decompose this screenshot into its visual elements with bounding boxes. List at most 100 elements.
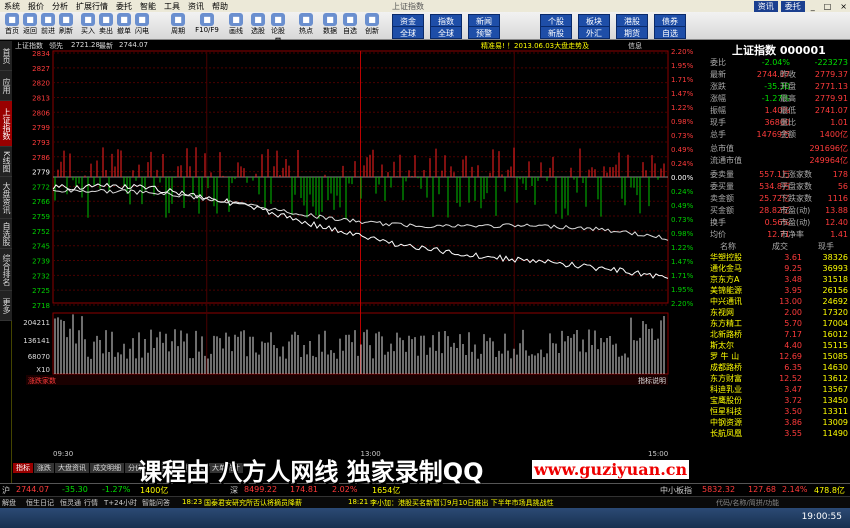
toolbar-button-8[interactable]: ■ 周期 [168, 13, 188, 39]
y-tick-right: 0.24% [671, 188, 694, 196]
close-icon[interactable]: × [837, 2, 850, 11]
menu-system[interactable]: 系统 [0, 1, 24, 12]
stock-name: 成都路桥 [710, 363, 742, 372]
stock-list-item[interactable]: 长航凤凰 3.55 11490 [710, 428, 848, 439]
toolbar-button-4[interactable]: ■ 买入 [78, 13, 98, 39]
news-headline-2[interactable]: 李小加：港股买名新暂订9月10日推出 下半年市场具挑战性 [370, 498, 554, 508]
stock-price: 5.70 [784, 319, 802, 328]
menu-quote[interactable]: 报价 [24, 1, 48, 12]
news-headline-1[interactable]: 国泰君安研究所否认将摘员降薪 [204, 498, 302, 508]
toolbar-button-14[interactable]: ■ 数据 [320, 13, 340, 39]
sme-amount: 478.8亿 [814, 486, 845, 495]
stock-list-item[interactable]: 东方精工 5.70 17004 [710, 318, 848, 329]
stock-list-item[interactable]: 美锦能源 3.95 26156 [710, 285, 848, 296]
stock-list-item[interactable]: 成都路桥 6.35 14630 [710, 362, 848, 373]
toolbar-button-16[interactable]: ■ 创新 [362, 13, 382, 39]
news-button[interactable]: 资讯 [753, 0, 778, 12]
list-header-c3[interactable]: 现手 [818, 241, 834, 252]
menu-tools[interactable]: 工具 [160, 1, 184, 12]
news-ticker[interactable]: 精准易! ！2013.06.03大盘走势及 [481, 41, 589, 51]
menu-analysis[interactable]: 分析 [48, 1, 72, 12]
toolbar-label-10: 画线 [229, 27, 243, 35]
quote-label: 均价 [710, 230, 726, 239]
sme-label: 中小板指 [660, 486, 692, 495]
toolbar-button-13[interactable]: ■ 热点 [296, 13, 316, 39]
side-tab-2[interactable]: 上证指数 [0, 101, 12, 147]
quote-value2: 2779.37 [814, 70, 848, 79]
quick-button-7[interactable]: 新股 [540, 26, 572, 39]
stock-name: 科迪乳业 [710, 385, 742, 394]
stock-list-item[interactable]: 京东方A 3.48 31518 [710, 274, 848, 285]
stock-list-item[interactable]: 科迪乳业 3.47 13567 [710, 384, 848, 395]
menu-news[interactable]: 资讯 [184, 1, 208, 12]
toolbar-button-0[interactable]: ■ 首页 [2, 13, 22, 39]
stock-list-item[interactable]: 东方财富 12.52 13612 [710, 373, 848, 384]
info-button[interactable]: 信息 [628, 41, 642, 51]
side-tab-4[interactable]: 大盘资讯 [0, 177, 12, 219]
stock-list-item[interactable]: 东视网 2.00 17320 [710, 307, 848, 318]
code-search-input[interactable]: 代码/名称/简拼/功能 [716, 498, 779, 508]
toolbar-label-11: 选股 [251, 27, 265, 35]
list-header-c2[interactable]: 成交 [772, 241, 788, 252]
status-htl[interactable]: 恒灵通 [60, 498, 81, 508]
stock-list-item[interactable]: 中钢资源 3.86 13009 [710, 417, 848, 428]
stock-list-item[interactable]: 宝鹰股份 3.72 13450 [710, 395, 848, 406]
toolbar-label-6: 撤单 [117, 27, 131, 35]
maximize-icon[interactable]: □ [821, 2, 835, 11]
indicator-help[interactable]: 指标说明 [638, 376, 666, 385]
side-tab-5[interactable]: 自选股 [0, 219, 12, 249]
bottom-tab-3[interactable]: 成交明细 [90, 463, 124, 473]
toolbar-button-15[interactable]: ■ 自选 [340, 13, 360, 39]
stock-list-item[interactable]: 通化金马 9.25 36993 [710, 263, 848, 274]
quick-button-9[interactable]: 外汇 [578, 26, 610, 39]
status-quote[interactable]: 行情 [84, 498, 98, 508]
bottom-tab-2[interactable]: 大盘资讯 [55, 463, 89, 473]
stock-volume: 15085 [822, 352, 848, 361]
toolbar-button-5[interactable]: ■ 卖出 [96, 13, 116, 39]
bottom-tab-0[interactable]: 指标 [13, 463, 33, 473]
stock-list-item[interactable]: 中兴通讯 13.00 24692 [710, 296, 848, 307]
toolbar-button-7[interactable]: ■ 闪电 [132, 13, 152, 39]
toolbar-button-6[interactable]: ■ 撤单 [114, 13, 134, 39]
status-diary[interactable]: 恒生日记 [26, 498, 54, 508]
status-t24[interactable]: T+24小时 [104, 498, 137, 508]
toolbar-button-2[interactable]: ■ 前进 [38, 13, 58, 39]
side-tab-3[interactable]: K线图 [0, 147, 12, 177]
quote-row-a-1: 最新 2744.07 昨收 2779.37 [710, 69, 848, 80]
stock-list-item[interactable]: 北新路桥 7.17 16012 [710, 329, 848, 340]
menu-help[interactable]: 帮助 [208, 1, 232, 12]
quick-button-3[interactable]: 全球 [430, 26, 462, 39]
stock-volume: 13311 [822, 407, 848, 416]
quote-label: 总市值 [710, 144, 734, 153]
quick-button-5[interactable]: 预警 [468, 26, 500, 39]
trade-button[interactable]: 委托 [780, 0, 805, 12]
menu-ext-quote[interactable]: 扩展行情 [72, 1, 112, 12]
menu-trade[interactable]: 委托 [112, 1, 136, 12]
toolbar-button-11[interactable]: ■ 选股 [248, 13, 268, 39]
toolbar-icon-4: ■ [81, 13, 95, 26]
toolbar-button-9[interactable]: ■ F10/F9 [192, 13, 222, 39]
bottom-tab-1[interactable]: 涨跌 [34, 463, 54, 473]
status-qa[interactable]: 智能问答 [142, 498, 170, 508]
minimize-icon[interactable]: _ [808, 2, 818, 11]
quote-value: -2.04% [761, 58, 790, 67]
toolbar-button-12[interactable]: ■ 论股堂 [268, 13, 288, 45]
list-header-c1[interactable]: 名称 [720, 241, 736, 252]
stock-list-item[interactable]: 华塑控股 3.61 38326 [710, 252, 848, 263]
quick-button-11[interactable]: 期货 [616, 26, 648, 39]
toolbar-button-1[interactable]: ■ 返回 [20, 13, 40, 39]
side-tab-7[interactable]: 更多 [0, 291, 12, 321]
side-tab-6[interactable]: 综合排名 [0, 249, 12, 291]
side-tab-1[interactable]: 应用 [0, 71, 12, 101]
quick-button-1[interactable]: 全球 [392, 26, 424, 39]
stock-list-item[interactable]: 恒星科技 3.50 13311 [710, 406, 848, 417]
side-tab-0[interactable]: 首页 [0, 41, 12, 71]
menu-smart[interactable]: 智能 [136, 1, 160, 12]
toolbar-icon-7: ■ [135, 13, 149, 26]
status-jiepan[interactable]: 解盘 [2, 498, 16, 508]
stock-list-item[interactable]: 罗 牛 山 12.69 15085 [710, 351, 848, 362]
stock-list-item[interactable]: 斯太尔 4.40 15115 [710, 340, 848, 351]
quick-button-13[interactable]: 自选 [654, 26, 686, 39]
toolbar-button-10[interactable]: ■ 画线 [226, 13, 246, 39]
toolbar-button-3[interactable]: ■ 刷新 [56, 13, 76, 39]
